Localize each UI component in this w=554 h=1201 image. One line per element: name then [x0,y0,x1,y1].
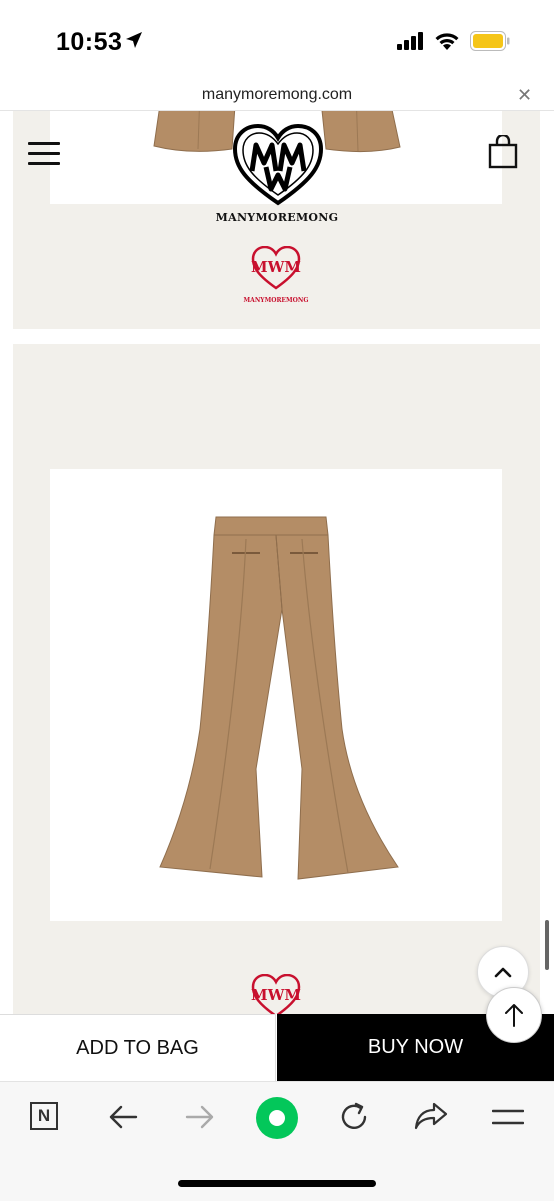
chevron-up-icon [494,967,512,978]
arrow-right-icon[interactable] [185,1104,215,1130]
site-header: MANYMOREMONG [0,111,554,231]
add-to-bag-button[interactable]: ADD TO BAG [0,1014,276,1081]
url-bar[interactable]: manymoremong.com ✕ [0,80,554,111]
svg-text:MWM: MWM [251,986,301,1004]
home-indicator[interactable] [178,1180,376,1187]
page-content: MWM MANYMOREMONG MWM MANYMOREMONG [0,111,554,1014]
svg-text:MWM: MWM [251,258,301,276]
reload-icon[interactable] [338,1101,370,1133]
brand-logo-heart[interactable] [232,123,324,207]
scrollbar[interactable] [545,920,549,970]
brand-logo-red-text: MANYMOREMONG [243,297,309,304]
battery-icon [470,31,510,51]
arrow-up-icon [505,1004,523,1027]
purchase-bar: ADD TO BAG BUY NOW [0,1014,554,1081]
hamburger-menu-icon[interactable] [28,142,60,166]
flared-pants-image [159,516,399,880]
status-time: 10:53 [56,28,123,56]
product-image-pants[interactable] [50,469,502,921]
location-arrow-icon [126,32,142,48]
back-to-top-button[interactable] [486,987,542,1043]
cellular-signal-icon [397,32,423,50]
share-icon[interactable] [414,1102,448,1130]
close-icon[interactable]: ✕ [517,85,532,106]
shopping-bag-icon[interactable] [488,135,518,169]
brand-logo-red-bottom: MWM [251,974,301,1014]
status-bar: 10:53 [0,0,554,80]
brand-logo-red: MWM [251,246,301,290]
brand-wordmark: MANYMOREMONG [215,211,339,224]
product-card-pants: MWM [13,344,540,1014]
menu-lines-icon[interactable] [492,1108,524,1126]
green-circle-icon[interactable] [255,1096,299,1140]
naver-n-icon[interactable]: N [30,1102,58,1130]
arrow-left-icon[interactable] [108,1104,138,1130]
url-text[interactable]: manymoremong.com [0,86,554,104]
wifi-icon [435,33,459,50]
